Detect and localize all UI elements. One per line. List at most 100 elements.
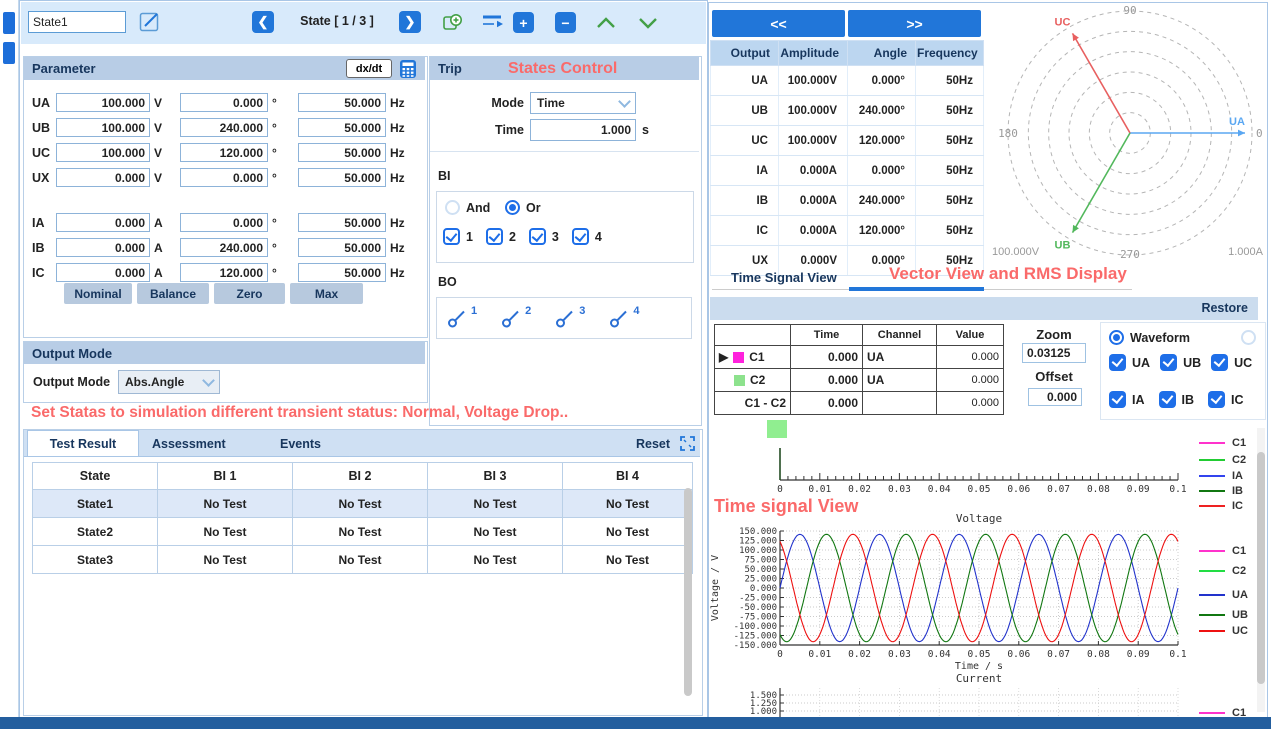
angle-input[interactable] xyxy=(180,118,268,137)
preset-button-nominal[interactable]: Nominal xyxy=(64,283,132,304)
svg-text:UB: UB xyxy=(1055,240,1071,252)
bi-check-3[interactable]: 3 xyxy=(529,228,559,245)
amplitude-input[interactable] xyxy=(56,143,150,162)
output-mode-select[interactable]: Abs.Angle xyxy=(118,370,220,394)
add-state-button[interactable]: + xyxy=(513,12,534,33)
next-state-button[interactable]: ❯ xyxy=(399,11,421,33)
checkbox-checked-icon[interactable] xyxy=(529,228,546,245)
bo-contact-4[interactable]: 4 xyxy=(609,307,639,329)
frequency-input[interactable] xyxy=(298,93,386,112)
bi-and-radio[interactable] xyxy=(445,200,460,215)
channel-check-ub[interactable]: UB xyxy=(1160,354,1201,371)
checkbox-checked-icon[interactable] xyxy=(1109,354,1126,371)
table-row: IA0.000A0.000°50Hz xyxy=(711,156,984,186)
angle-input[interactable] xyxy=(180,238,268,257)
table-row[interactable]: State3No TestNo TestNo TestNo Test xyxy=(33,546,693,574)
second-display-radio[interactable] xyxy=(1241,330,1256,345)
reset-button[interactable]: Reset xyxy=(636,437,670,451)
preset-button-balance[interactable]: Balance xyxy=(137,283,209,304)
restore-button[interactable]: Restore xyxy=(1201,301,1248,315)
page-next-button[interactable]: >> xyxy=(848,10,981,37)
zoom-input[interactable] xyxy=(1022,343,1086,363)
amplitude-input[interactable] xyxy=(56,93,150,112)
bo-contact-2[interactable]: 2 xyxy=(501,307,531,329)
bo-contact-1[interactable]: 1 xyxy=(447,307,477,329)
bi-or-radio[interactable] xyxy=(505,200,520,215)
channel-check-uc[interactable]: UC xyxy=(1211,354,1252,371)
tab-events[interactable]: Events xyxy=(280,437,321,451)
waveform-option[interactable]: Waveform xyxy=(1109,330,1190,345)
checkbox-checked-icon[interactable] xyxy=(1159,391,1176,408)
checkbox-checked-icon[interactable] xyxy=(1160,354,1177,371)
cursor-table: TimeChannelValue▶C10.000UA0.000C20.000UA… xyxy=(714,324,1004,415)
frequency-input[interactable] xyxy=(298,168,386,187)
bi-or-option[interactable]: Or xyxy=(505,200,541,215)
dock-panel-button-1[interactable] xyxy=(3,12,15,34)
checkbox-checked-icon[interactable] xyxy=(486,228,503,245)
output-column-header: Amplitude xyxy=(779,41,848,66)
trip-mode-select[interactable]: Time xyxy=(530,92,636,114)
remove-state-button[interactable]: − xyxy=(555,12,576,33)
angle-input[interactable] xyxy=(180,168,268,187)
rename-state-icon[interactable] xyxy=(139,10,163,34)
angle-input[interactable] xyxy=(180,263,268,282)
bo-contact-3[interactable]: 3 xyxy=(555,307,585,329)
channel-check-ia[interactable]: IA xyxy=(1109,391,1145,408)
angle-input[interactable] xyxy=(180,213,268,232)
table-row[interactable]: State2No TestNo TestNo TestNo Test xyxy=(33,518,693,546)
prev-state-button[interactable]: ❮ xyxy=(252,11,274,33)
frequency-input[interactable] xyxy=(298,213,386,232)
checkbox-checked-icon[interactable] xyxy=(1109,391,1126,408)
amplitude-input[interactable] xyxy=(56,118,150,137)
frequency-input[interactable] xyxy=(298,263,386,282)
amplitude-input[interactable] xyxy=(56,213,150,232)
tab-assessment[interactable]: Assessment xyxy=(152,437,226,451)
svg-text:-25.000: -25.000 xyxy=(739,594,777,604)
frequency-input[interactable] xyxy=(298,118,386,137)
checkbox-checked-icon[interactable] xyxy=(1211,354,1228,371)
angle-input[interactable] xyxy=(180,93,268,112)
results-scrollbar[interactable] xyxy=(684,488,692,696)
expand-icon[interactable] xyxy=(680,436,695,451)
dock-panel-button-2[interactable] xyxy=(3,42,15,64)
move-down-icon[interactable] xyxy=(635,14,661,32)
preset-button-zero[interactable]: Zero xyxy=(214,283,285,304)
trip-time-input[interactable] xyxy=(530,119,636,141)
channel-check-ua[interactable]: UA xyxy=(1109,354,1150,371)
checkbox-checked-icon[interactable] xyxy=(572,228,589,245)
duplicate-state-icon[interactable] xyxy=(441,11,465,35)
waveform-radio[interactable] xyxy=(1109,330,1124,345)
channel-check-ic[interactable]: IC xyxy=(1208,391,1244,408)
page-prev-button[interactable]: << xyxy=(712,10,845,37)
dxdt-button[interactable]: dx/dt xyxy=(346,59,392,78)
bi-check-1[interactable]: 1 xyxy=(443,228,473,245)
amplitude-input[interactable] xyxy=(56,263,150,282)
signal-scrollbar[interactable] xyxy=(1257,452,1265,684)
output-cell: 0.000A xyxy=(779,156,848,186)
amplitude-input[interactable] xyxy=(56,168,150,187)
frequency-input[interactable] xyxy=(298,238,386,257)
bi-and-option[interactable]: And xyxy=(445,200,490,215)
channel-check-ib[interactable]: IB xyxy=(1159,391,1195,408)
bi-check-2[interactable]: 2 xyxy=(486,228,516,245)
calculator-icon[interactable] xyxy=(398,59,418,79)
tab-time-signal-view[interactable]: Time Signal View xyxy=(731,270,837,285)
checkbox-checked-icon[interactable] xyxy=(1208,391,1225,408)
angle-input[interactable] xyxy=(180,143,268,162)
table-row[interactable]: State1No TestNo TestNo TestNo Test xyxy=(33,490,693,518)
preset-button-max[interactable]: Max xyxy=(290,283,363,304)
offset-input[interactable] xyxy=(1028,388,1082,406)
timeline-handle[interactable] xyxy=(767,420,787,438)
legend-line xyxy=(1199,594,1225,596)
amplitude-input[interactable] xyxy=(56,238,150,257)
state-name-input[interactable] xyxy=(28,11,126,33)
svg-text:25.000: 25.000 xyxy=(744,575,777,585)
move-up-icon[interactable] xyxy=(593,14,619,32)
frequency-input[interactable] xyxy=(298,143,386,162)
cursor-marker-icon[interactable]: ▶ xyxy=(719,350,728,364)
tab-test-result[interactable]: Test Result xyxy=(27,430,139,456)
parameter-panel: Parameter dx/dt UAV°HzUBV°HzUCV°HzUXV°Hz… xyxy=(23,56,428,338)
insert-state-icon[interactable] xyxy=(479,12,505,34)
checkbox-checked-icon[interactable] xyxy=(443,228,460,245)
bi-check-4[interactable]: 4 xyxy=(572,228,602,245)
